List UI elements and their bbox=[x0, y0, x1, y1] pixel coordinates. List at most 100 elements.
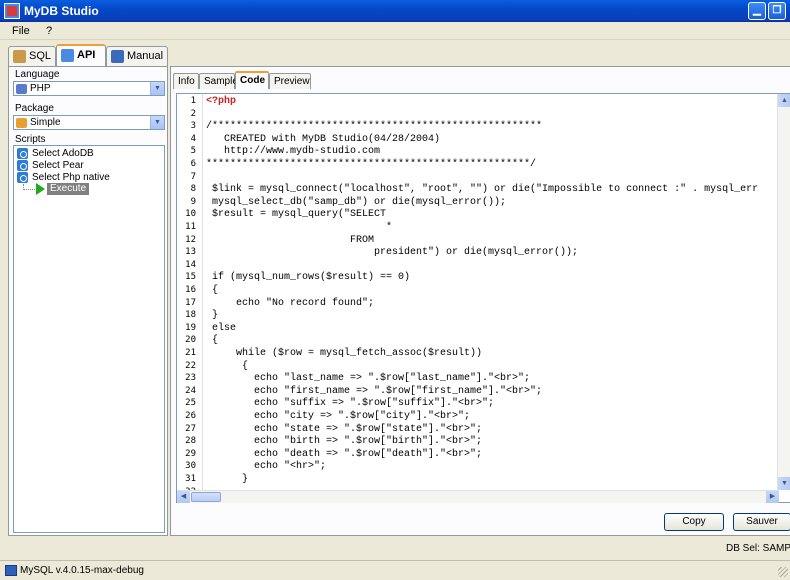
line-number: 19 bbox=[185, 322, 196, 333]
menu-help[interactable]: ? bbox=[46, 25, 52, 37]
code-editor[interactable]: 1 2 3 4 5 6 7 8 9 10 11 12 13 14 15 16 17 18 19 20 21 22 23 24 2… bbox=[176, 93, 790, 503]
chevron-down-icon[interactable]: ▼ bbox=[150, 116, 164, 129]
script-icon bbox=[17, 160, 28, 171]
line-number: 4 bbox=[190, 133, 196, 144]
tab-sample[interactable]: Sample bbox=[199, 73, 238, 89]
php-icon bbox=[16, 84, 27, 94]
menu-file[interactable]: File bbox=[12, 25, 30, 37]
code-line: president") or die(mysql_error()); bbox=[206, 247, 579, 259]
code-line: FROM bbox=[206, 234, 375, 246]
language-select[interactable]: PHP ▼ bbox=[13, 81, 165, 96]
code-line: CREATED with MyDB Studio(04/28/2004) bbox=[206, 133, 441, 145]
line-number: 17 bbox=[185, 297, 196, 308]
line-number: 18 bbox=[185, 310, 196, 321]
scripts-label: Scripts bbox=[15, 134, 46, 145]
line-number: 30 bbox=[185, 461, 196, 472]
line-number: 29 bbox=[185, 448, 196, 459]
line-number: 2 bbox=[190, 108, 196, 119]
save-button[interactable]: Sauver bbox=[733, 513, 790, 531]
code-line: echo "first_name => ".$row["first_name"]… bbox=[206, 385, 543, 397]
code-line: echo "death => ".$row["death"]."<br>"; bbox=[206, 448, 483, 460]
scroll-right-icon[interactable]: ▶ bbox=[766, 491, 779, 503]
line-number: 20 bbox=[185, 335, 196, 346]
copy-button[interactable]: Copy bbox=[664, 513, 724, 531]
code-line: /***************************************… bbox=[206, 121, 543, 133]
line-number: 24 bbox=[185, 385, 196, 396]
chevron-down-icon[interactable]: ▼ bbox=[150, 82, 164, 95]
code-line: $link = mysql_connect("localhost", "root… bbox=[206, 184, 759, 196]
maximize-button[interactable]: ❐ bbox=[768, 2, 786, 20]
package-icon bbox=[16, 118, 27, 128]
line-number: 1 bbox=[190, 96, 196, 106]
left-panel: Language PHP ▼ Package Simple ▼ Scripts … bbox=[8, 66, 168, 536]
line-number: 3 bbox=[190, 121, 196, 132]
tab-sql-label: SQL bbox=[29, 50, 52, 62]
line-number: 7 bbox=[190, 171, 196, 182]
line-number: 6 bbox=[190, 159, 196, 169]
language-label: Language bbox=[15, 69, 60, 80]
tab-sql[interactable]: SQL bbox=[8, 46, 56, 66]
scroll-up-icon[interactable]: ▲ bbox=[778, 94, 790, 107]
resize-grip-icon[interactable] bbox=[778, 567, 788, 577]
code-line: <?php bbox=[206, 96, 237, 107]
code-line: } bbox=[206, 310, 219, 322]
line-number: 10 bbox=[185, 209, 196, 220]
line-number: 22 bbox=[185, 360, 196, 371]
line-number: 31 bbox=[185, 474, 196, 484]
tree-item-label: Select Pear bbox=[32, 160, 84, 171]
tab-manual-label: Manual bbox=[127, 50, 164, 62]
line-number: 5 bbox=[190, 146, 196, 157]
tab-api-label: API bbox=[77, 49, 96, 61]
scroll-left-icon[interactable]: ◀ bbox=[177, 491, 190, 503]
package-label: Package bbox=[15, 103, 54, 114]
tree-item-label: Select Php native bbox=[32, 172, 110, 183]
menu-bar: File ? bbox=[0, 22, 790, 40]
code-line: echo "city => ".$row["city"]."<br>"; bbox=[206, 411, 471, 422]
vertical-scrollbar[interactable]: ▲ ▼ bbox=[777, 94, 790, 490]
status-text: MySQL v.4.0.15-max-debug bbox=[20, 565, 144, 576]
language-value: PHP bbox=[30, 83, 51, 94]
window-title: MyDB Studio bbox=[24, 4, 99, 18]
tab-info[interactable]: Info bbox=[173, 73, 199, 89]
api-globe-icon bbox=[61, 49, 74, 62]
code-line: if (mysql_num_rows($result) == 0) bbox=[206, 272, 411, 284]
line-number: 14 bbox=[185, 259, 196, 270]
package-value: Simple bbox=[30, 117, 61, 128]
mysql-icon bbox=[5, 565, 17, 576]
line-number: 11 bbox=[185, 222, 196, 232]
code-line: { bbox=[206, 360, 249, 372]
code-line: echo "suffix => ".$row["suffix"]."<br>"; bbox=[206, 398, 495, 410]
title-bar: MyDB Studio ▁ ❐ bbox=[0, 0, 790, 22]
scroll-down-icon[interactable]: ▼ bbox=[778, 477, 790, 490]
code-line: echo "birth => ".$row["birth"]."<br>"; bbox=[206, 436, 483, 448]
line-number: 8 bbox=[190, 184, 196, 195]
scroll-thumb[interactable] bbox=[191, 492, 221, 502]
tab-manual[interactable]: Manual bbox=[106, 46, 168, 66]
code-line: $result = mysql_query("SELECT bbox=[206, 209, 387, 221]
code-line: while ($row = mysql_fetch_assoc($result)… bbox=[206, 348, 483, 359]
line-number: 13 bbox=[185, 247, 196, 258]
tab-api[interactable]: API bbox=[56, 44, 106, 66]
line-number: 25 bbox=[185, 398, 196, 409]
horizontal-scrollbar[interactable]: ◀ ▶ bbox=[177, 490, 779, 503]
db-selection-status: DB Sel: SAMP_I bbox=[726, 543, 790, 554]
scripts-tree: Select AdoDB Select Pear Select Php nati… bbox=[13, 145, 165, 533]
minimize-button[interactable]: ▁ bbox=[748, 2, 766, 20]
line-number: 27 bbox=[185, 423, 196, 434]
line-number: 15 bbox=[185, 272, 196, 283]
line-number-gutter: 1 2 3 4 5 6 7 8 9 10 11 12 13 14 15 16 17 18 19 20 21 22 23 24 2… bbox=[177, 94, 203, 497]
line-number: 12 bbox=[185, 234, 196, 245]
code-line: echo "state => ".$row["state"]."<br>"; bbox=[206, 423, 483, 435]
manual-book-icon bbox=[111, 50, 124, 63]
line-number: 26 bbox=[185, 411, 196, 421]
execute-label: Execute bbox=[47, 183, 90, 195]
code-line: echo "<hr>"; bbox=[206, 461, 327, 473]
package-select[interactable]: Simple ▼ bbox=[13, 115, 165, 130]
line-number: 23 bbox=[185, 373, 196, 384]
line-number: 16 bbox=[185, 285, 196, 295]
tab-preview[interactable]: Preview bbox=[269, 73, 311, 89]
code-text-area[interactable]: <?php /**********************************… bbox=[203, 94, 779, 490]
code-line: http://www.mydb-studio.com bbox=[206, 146, 381, 158]
code-line: ****************************************… bbox=[206, 159, 537, 170]
tab-code[interactable]: Code bbox=[235, 71, 269, 89]
